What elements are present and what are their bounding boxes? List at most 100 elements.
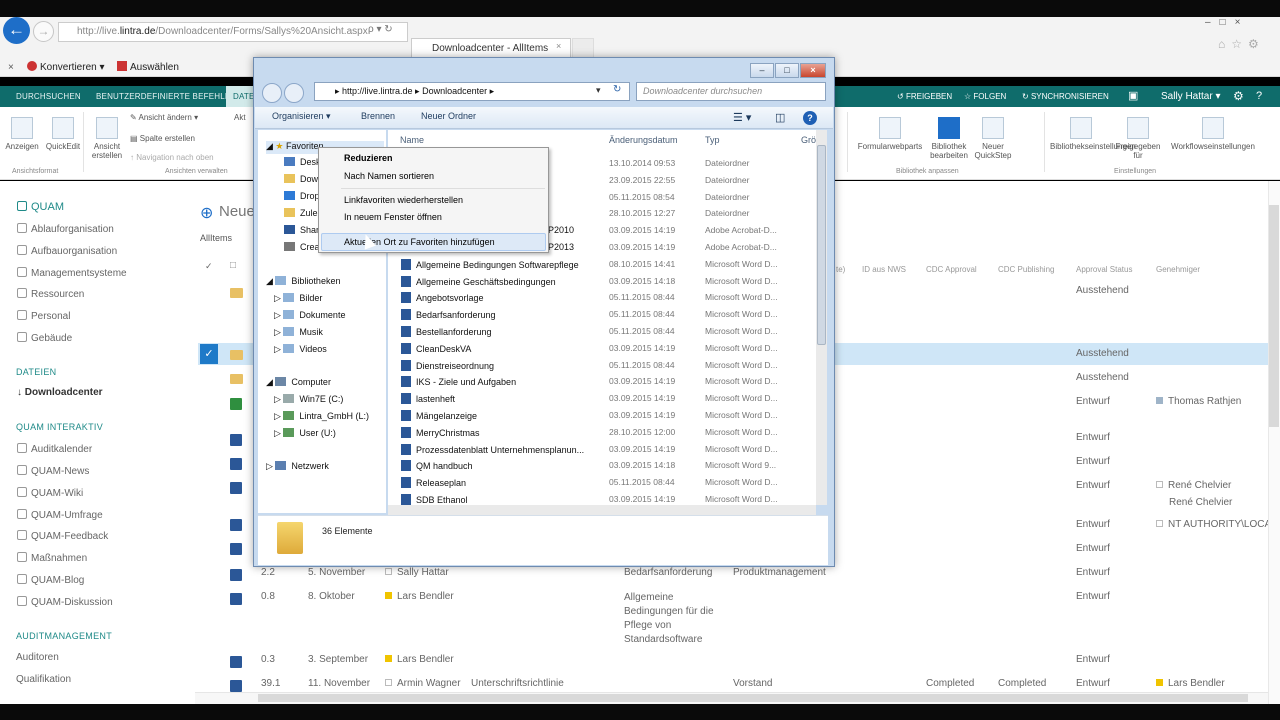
address-dropdown-icon[interactable]: ▾ [596, 85, 601, 96]
browser-tab-active[interactable]: Downloadcenter - AllItems [411, 38, 571, 58]
ribbon-view-button[interactable]: Anzeigen [4, 117, 40, 151]
file-name[interactable]: P2013 [548, 242, 574, 252]
approver-name[interactable]: NT AUTHORITY\LOCA [1168, 519, 1268, 530]
column-header-approval-status[interactable]: Approval Status [1076, 265, 1132, 274]
nav-managementsysteme[interactable]: Managementsysteme [17, 267, 127, 279]
file-name[interactable]: CleanDeskVA [401, 343, 471, 354]
file-name[interactable]: Releaseplan [401, 477, 466, 488]
menu-sort-by-name[interactable]: Nach Namen sortieren [344, 171, 434, 181]
tree-lib-item[interactable]: ▷ Musik [274, 327, 323, 338]
ribbon-create-view-button[interactable]: Ansicht erstellen [88, 117, 126, 160]
focus-icon[interactable]: ▣ [1128, 86, 1138, 107]
tree-drive[interactable]: ▷ Win7E (C:) [274, 394, 343, 405]
burn-button[interactable]: Brennen [361, 111, 395, 121]
menu-open-new-window[interactable]: In neuem Fenster öffnen [344, 212, 442, 222]
new-tab-button[interactable] [572, 38, 594, 58]
file-name[interactable]: QM handbuch [401, 460, 473, 471]
nav-diskussion[interactable]: QUAM-Diskussion [17, 596, 113, 608]
file-name[interactable]: Prozessdatenblatt Unternehmensplanun... [401, 444, 584, 455]
browser-address-bar[interactable]: http://live.lintra.de/Downloadcenter/For… [58, 22, 408, 42]
tree-network[interactable]: ▷ Netzwerk [266, 461, 329, 472]
help-icon[interactable]: ? [1256, 86, 1262, 107]
file-name[interactable]: MerryChristmas [401, 427, 480, 438]
tree-fav-item[interactable]: Zule [284, 208, 318, 218]
nav-quam[interactable]: QUAM [17, 201, 64, 213]
preview-pane-icon[interactable]: ◫ [775, 111, 785, 124]
ribbon-create-column[interactable]: ▤ Spalte erstellen [130, 134, 195, 144]
approver-name[interactable]: Thomas Rathjen [1168, 396, 1241, 407]
approver-name[interactable]: Lars Bendler [1168, 678, 1225, 689]
page-vertical-scroll-thumb[interactable] [1269, 205, 1279, 427]
back-button[interactable]: ← [3, 17, 30, 44]
new-document-label[interactable]: Neue [219, 203, 255, 220]
tab-close-icon[interactable]: × [556, 41, 568, 53]
ribbon-navigate-up[interactable]: ↑ Navigation nach oben [130, 153, 214, 163]
tree-fav-item[interactable]: Shar [284, 225, 319, 235]
tree-libraries[interactable]: ◢ Bibliotheken [266, 276, 340, 287]
tree-computer[interactable]: ◢ Computer [266, 377, 331, 388]
column-name[interactable]: Name [400, 135, 424, 145]
author-name[interactable]: Armin Wagner [397, 678, 461, 689]
column-size[interactable]: Grö [801, 135, 816, 145]
tree-fav-item[interactable]: Desk [284, 157, 321, 167]
nav-umfrage[interactable]: QUAM-Umfrage [17, 509, 103, 521]
tree-drive[interactable]: ▷ User (U:) [274, 428, 336, 439]
nav-feedback[interactable]: QUAM-Feedback [17, 530, 108, 542]
column-header-cdc-approval[interactable]: CDC Approval [926, 265, 977, 274]
explorer-search-input[interactable]: Downloadcenter durchsuchen [636, 82, 826, 101]
column-header-partial[interactable]: te) [836, 265, 845, 274]
nav-downloadcenter[interactable]: ↓ Downloadcenter [17, 387, 103, 398]
nav-auditkalender[interactable]: Auditkalender [17, 443, 92, 455]
column-header-cdc-publishing[interactable]: CDC Publishing [998, 265, 1054, 274]
nav-wiki[interactable]: QUAM-Wiki [17, 487, 83, 499]
tree-fav-item[interactable]: Dow [284, 174, 318, 184]
nav-news[interactable]: QUAM-News [17, 465, 89, 477]
select-all-check[interactable]: ✓ [205, 261, 213, 272]
ribbon-new-quickstep[interactable]: Neuer QuickStep [972, 117, 1014, 160]
nav-aufbauorganisation[interactable]: Aufbauorganisation [17, 245, 117, 257]
tab-browse[interactable]: DURCHSUCHEN [16, 86, 81, 107]
tab-files[interactable]: DATE [226, 86, 254, 107]
approver-secondary[interactable]: René Chelvier [1169, 497, 1232, 508]
ribbon-quickedit-button[interactable]: QuickEdit [43, 117, 83, 151]
author-name[interactable]: Lars Bendler [397, 591, 454, 602]
settings-gear-icon[interactable]: ⚙ [1233, 86, 1244, 107]
address-controls[interactable]: ρ ▾ ↻ [368, 24, 408, 40]
nav-personal[interactable]: Personal [17, 310, 70, 322]
ie-toolbar-icons[interactable]: ⌂☆⚙ [1218, 37, 1278, 53]
view-options-icon[interactable]: ☰ ▾ [733, 111, 751, 124]
follow-button[interactable]: ☆ FOLGEN [964, 86, 1006, 107]
author-name[interactable]: Lars Bendler [397, 654, 454, 665]
nav-auditoren[interactable]: Auditoren [16, 652, 59, 663]
column-header-nws-id[interactable]: ID aus NWS [862, 265, 906, 274]
tree-fav-item[interactable]: Drop [284, 191, 320, 201]
nav-ablauforganisation[interactable]: Ablauforganisation [17, 223, 114, 235]
file-name[interactable]: Angebotsvorlage [401, 292, 484, 303]
file-name[interactable]: Dienstreiseordnung [401, 360, 494, 371]
row-checkbox-selected[interactable]: ✓ [200, 344, 218, 364]
ribbon-workflow-settings[interactable]: Workflowseinstellungen [1166, 117, 1260, 151]
ribbon-library-settings[interactable]: Bibliothekseinstellungen [1050, 117, 1136, 151]
ribbon-form-webparts[interactable]: Formularwebparts [850, 117, 930, 151]
explorer-horizontal-scrollbar[interactable] [388, 505, 816, 515]
file-name[interactable]: SDB Ethanol [401, 494, 468, 505]
refresh-icon[interactable]: ↻ [613, 84, 621, 95]
explorer-scroll-thumb[interactable] [817, 145, 826, 345]
sync-button[interactable]: ↻ SYNCHRONISIEREN [1022, 86, 1109, 107]
tree-lib-item[interactable]: ▷ Videos [274, 344, 327, 355]
nav-gebaeude[interactable]: Gebäude [17, 332, 72, 344]
menu-collapse[interactable]: Reduzieren [344, 153, 393, 163]
explorer-forward-button[interactable] [284, 83, 304, 103]
tree-drive[interactable]: ▷ Lintra_GmbH (L:) [274, 411, 369, 422]
column-header-approver[interactable]: Genehmiger [1156, 265, 1200, 274]
file-name[interactable]: Allgemeine Bedingungen Softwarepflege [401, 259, 579, 270]
file-name[interactable]: Mängelanzeige [401, 410, 477, 421]
nav-ressourcen[interactable]: Ressourcen [17, 288, 84, 300]
minimize-button[interactable]: – [750, 63, 774, 78]
maximize-button[interactable]: □ [775, 63, 799, 78]
file-name[interactable]: Bedarfsanforderung [401, 309, 496, 320]
add-new-button[interactable]: ⊕ [200, 203, 213, 223]
column-modified[interactable]: Änderungsdatum [609, 135, 678, 145]
close-button[interactable]: × [800, 63, 826, 78]
nav-qualifikation[interactable]: Qualifikation [16, 674, 71, 685]
